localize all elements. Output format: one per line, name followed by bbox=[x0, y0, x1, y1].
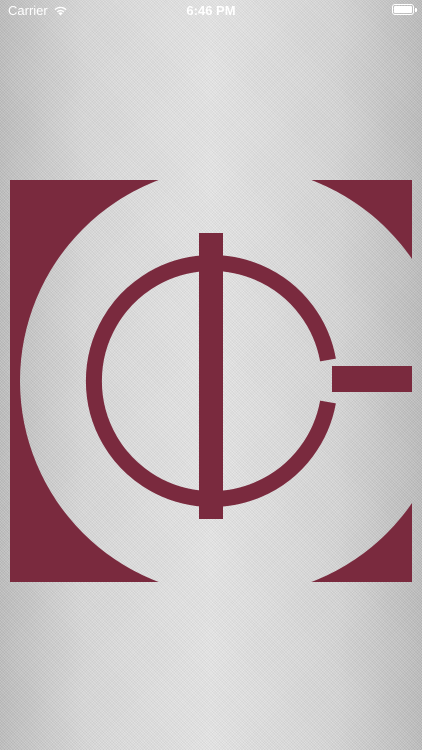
splash-screen: Carrier 6:46 PM bbox=[0, 0, 422, 750]
battery-level-fill bbox=[394, 6, 412, 13]
battery-icon bbox=[392, 4, 417, 15]
status-time: 6:46 PM bbox=[186, 3, 236, 18]
status-bar-right bbox=[392, 4, 417, 15]
logo-horizontal-bar bbox=[332, 366, 412, 392]
status-bar: Carrier 6:46 PM bbox=[0, 0, 422, 22]
company-logo-icon bbox=[10, 180, 412, 582]
logo-vertical-bar bbox=[199, 233, 223, 519]
